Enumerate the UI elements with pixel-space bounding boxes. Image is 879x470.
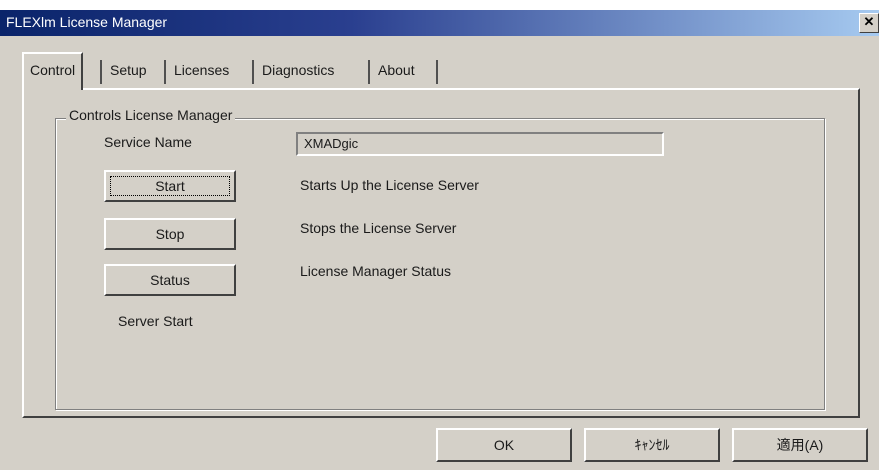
service-name-label: Service Name bbox=[104, 134, 192, 150]
window-title: FLEXlm License Manager bbox=[6, 14, 168, 30]
tab-separator bbox=[368, 60, 370, 84]
service-name-field[interactable]: XMADgic bbox=[296, 132, 664, 156]
start-description: Starts Up the License Server bbox=[300, 177, 479, 193]
tab-about[interactable]: About bbox=[372, 54, 421, 86]
cancel-button[interactable]: ｷｬﾝｾﾙ bbox=[584, 428, 720, 462]
ok-button[interactable]: OK bbox=[436, 428, 572, 462]
tab-separator bbox=[436, 60, 438, 84]
title-bar[interactable]: FLEXlm License Manager ✕ bbox=[0, 10, 879, 36]
start-button[interactable]: Start bbox=[104, 170, 236, 202]
close-icon: ✕ bbox=[863, 14, 875, 29]
apply-button[interactable]: 適用(A) bbox=[732, 428, 868, 462]
server-status-text: Server Start bbox=[118, 313, 193, 329]
tab-diagnostics[interactable]: Diagnostics bbox=[256, 54, 340, 86]
groupbox-title: Controls License Manager bbox=[66, 107, 236, 123]
tab-separator bbox=[100, 60, 102, 84]
status-button[interactable]: Status bbox=[104, 264, 236, 296]
status-description: License Manager Status bbox=[300, 263, 451, 279]
tab-separator bbox=[164, 60, 166, 84]
tab-licenses[interactable]: Licenses bbox=[168, 54, 235, 86]
stop-description: Stops the License Server bbox=[300, 220, 457, 236]
tab-control[interactable]: Control bbox=[22, 52, 84, 90]
tab-separator bbox=[252, 60, 254, 84]
tab-setup[interactable]: Setup bbox=[104, 54, 153, 86]
close-button[interactable]: ✕ bbox=[859, 13, 879, 33]
stop-button[interactable]: Stop bbox=[104, 218, 236, 250]
